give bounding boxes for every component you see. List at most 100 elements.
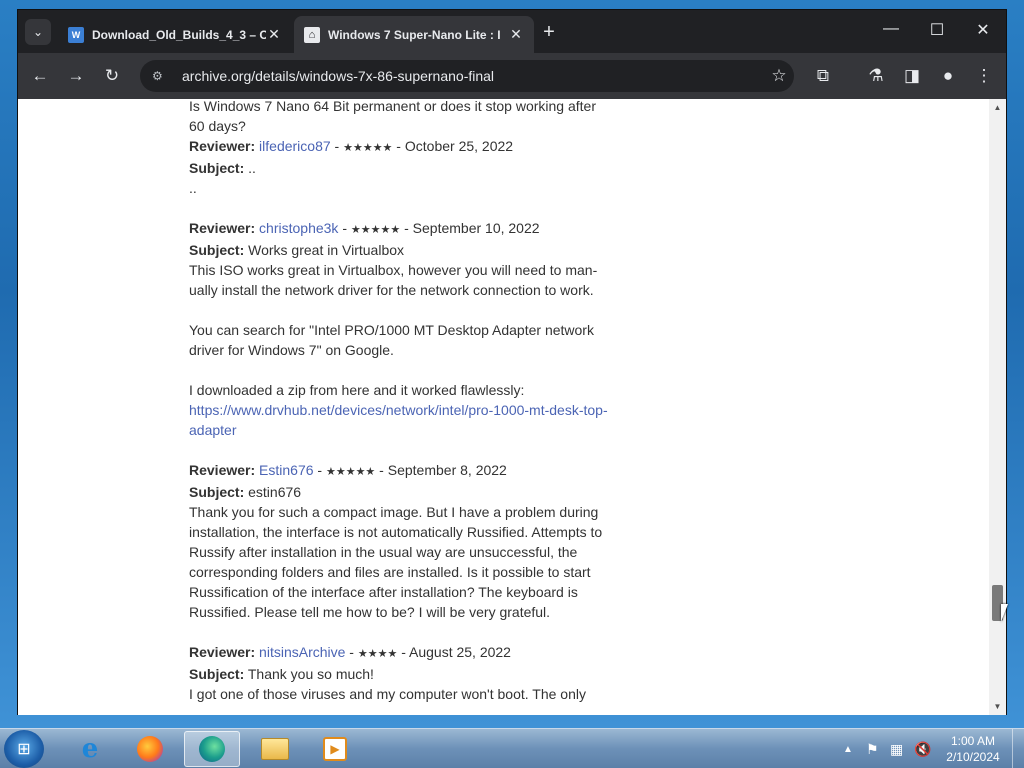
reviews-list: Is Windows 7 Nano 64 Bit permanent or do… bbox=[189, 99, 609, 715]
back-arrow-icon[interactable]: ← bbox=[28, 64, 52, 88]
tab-title: Download_Old_Builds_4_3 – O bbox=[92, 27, 266, 42]
web-app-icon: W bbox=[68, 26, 84, 43]
review-item: Reviewer: ilfederico87 - ★★★★★ - October… bbox=[189, 136, 609, 198]
scroll-down-arrow-icon[interactable]: ▼ bbox=[989, 698, 1006, 715]
review-subject: Subject: estin676 bbox=[189, 482, 609, 502]
rating-stars: ★★★★★ bbox=[325, 466, 376, 478]
review-date: August 25, 2022 bbox=[409, 644, 511, 660]
edge-icon bbox=[199, 736, 225, 762]
review-date: September 10, 2022 bbox=[412, 220, 540, 236]
taskbar-firefox[interactable] bbox=[122, 731, 178, 767]
subject-text: .. bbox=[248, 160, 256, 176]
show-hidden-icons-arrow-icon[interactable]: ▲ bbox=[843, 729, 853, 768]
mouse-cursor-icon bbox=[1001, 604, 1008, 622]
close-icon[interactable]: ✕ bbox=[508, 26, 524, 43]
review-item: Reviewer: Estin676 - ★★★★★ - September 8… bbox=[189, 460, 609, 622]
close-window-button[interactable]: ✕ bbox=[960, 20, 1006, 40]
review-subject: Subject: Works great in Virtualbox bbox=[189, 240, 609, 260]
network-icon[interactable]: ▦ bbox=[890, 729, 903, 768]
forward-arrow-icon[interactable]: → bbox=[64, 64, 88, 88]
tab-title: Windows 7 Super-Nano Lite : I bbox=[328, 27, 501, 42]
clock-time: 1:00 AM bbox=[950, 734, 996, 748]
side-panel-icon[interactable]: ◨ bbox=[900, 64, 924, 88]
review-body: I got one of those viruses and my comput… bbox=[189, 686, 586, 702]
tab-search-button[interactable]: ⌄ bbox=[25, 19, 51, 45]
review-header: Reviewer: Estin676 - ★★★★★ - September 8… bbox=[189, 462, 507, 478]
review-subject: Subject: Thank you so much! bbox=[189, 664, 609, 684]
review-header: Reviewer: christophe3k - ★★★★★ - Septemb… bbox=[189, 220, 540, 236]
tab-download-old-builds[interactable]: W Download_Old_Builds_4_3 – O ✕ bbox=[58, 16, 292, 53]
media-player-icon: ▶ bbox=[323, 737, 347, 761]
tab-windows7-supernano[interactable]: ⌂ Windows 7 Super-Nano Lite : I ✕ bbox=[294, 16, 534, 53]
review-date: September 8, 2022 bbox=[387, 462, 507, 478]
scroll-up-arrow-icon[interactable]: ▲ bbox=[989, 99, 1006, 116]
reviewer-label: Reviewer: bbox=[189, 220, 256, 236]
taskbar-media-player[interactable]: ▶ bbox=[307, 731, 363, 767]
taskbar: ⊞ e ▶ ▲ ⚑ ▦ 🔇 1:00 AM 2/10/2024 bbox=[0, 728, 1024, 768]
review-header: Reviewer: nitsinsArchive - ★★★★ - August… bbox=[189, 644, 511, 660]
internet-explorer-icon: e bbox=[81, 734, 99, 764]
taskbar-file-explorer[interactable] bbox=[247, 731, 303, 767]
firefox-icon bbox=[137, 736, 163, 762]
subject-label: Subject: bbox=[189, 242, 245, 258]
driver-download-link[interactable]: https://www.drvhub.net/devices/network/i… bbox=[189, 402, 608, 438]
subject-label: Subject: bbox=[189, 160, 245, 176]
subject-label: Subject: bbox=[189, 484, 245, 500]
reviewer-label: Reviewer: bbox=[189, 644, 256, 660]
clock-date: 2/10/2024 bbox=[946, 750, 1000, 764]
system-clock[interactable]: 1:00 AM 2/10/2024 bbox=[940, 733, 1006, 765]
start-button[interactable]: ⊞ bbox=[4, 730, 44, 768]
minimize-button[interactable]: — bbox=[868, 20, 914, 38]
address-bar[interactable]: ⚙ archive.org/details/windows-7x-86-supe… bbox=[140, 60, 794, 92]
profile-avatar-icon[interactable]: ● bbox=[936, 64, 960, 88]
reviewer-link[interactable]: nitsinsArchive bbox=[259, 644, 345, 660]
reviewer-link[interactable]: ilfederico87 bbox=[259, 138, 331, 154]
review-body: .. bbox=[189, 180, 197, 196]
new-tab-button[interactable]: + bbox=[538, 21, 560, 44]
browser-window: ⌄ W Download_Old_Builds_4_3 – O ✕ ⌂ Wind… bbox=[17, 9, 1007, 715]
folder-icon bbox=[261, 738, 289, 760]
extensions-puzzle-icon[interactable]: ⧉ bbox=[811, 64, 835, 88]
close-icon[interactable]: ✕ bbox=[266, 26, 282, 43]
subject-text: Thank you so much! bbox=[247, 666, 374, 682]
subject-text: estin676 bbox=[248, 484, 302, 500]
review-subject: Subject: .. bbox=[189, 158, 609, 178]
rating-stars: ★★★★★ bbox=[343, 142, 393, 154]
archive-institution-icon: ⌂ bbox=[304, 26, 320, 43]
maximize-button[interactable]: ☐ bbox=[914, 20, 960, 40]
review-body: Thank you for such a compact image. But … bbox=[189, 504, 603, 620]
browser-toolbar: ← → ↻ ⚙ archive.org/details/windows-7x-8… bbox=[18, 53, 1006, 99]
review-body: This ISO works great in Virtualbox, howe… bbox=[189, 262, 598, 298]
rating-stars: ★★★★ bbox=[357, 648, 398, 660]
review-header: Reviewer: ilfederico87 - ★★★★★ - October… bbox=[189, 138, 514, 154]
page-viewport: Is Windows 7 Nano 64 Bit permanent or do… bbox=[18, 99, 1006, 715]
url-text[interactable]: archive.org/details/windows-7x-86-supern… bbox=[182, 68, 764, 84]
labs-flask-icon[interactable]: ⚗ bbox=[864, 64, 888, 88]
reload-icon[interactable]: ↻ bbox=[100, 64, 124, 88]
tab-strip: ⌄ W Download_Old_Builds_4_3 – O ✕ ⌂ Wind… bbox=[18, 10, 1006, 53]
subject-text: Works great in Virtualbox bbox=[248, 242, 405, 258]
rating-stars: ★★★★★ bbox=[350, 224, 401, 236]
subject-label: Subject: bbox=[189, 666, 245, 682]
vertical-scrollbar[interactable]: ▲ ▼ bbox=[989, 99, 1006, 715]
reviewer-link[interactable]: christophe3k bbox=[259, 220, 338, 236]
site-info-icon[interactable]: ⚙ bbox=[152, 69, 168, 83]
review-body: I downloaded a zip from here and it work… bbox=[189, 382, 525, 398]
taskbar-internet-explorer[interactable]: e bbox=[62, 731, 118, 767]
volume-muted-icon[interactable]: 🔇 bbox=[914, 729, 931, 768]
review-item: Reviewer: nitsinsArchive - ★★★★ - August… bbox=[189, 642, 609, 704]
taskbar-edge[interactable] bbox=[184, 731, 240, 767]
reviewer-label: Reviewer: bbox=[189, 462, 256, 478]
reviewer-label: Reviewer: bbox=[189, 138, 256, 154]
reviewer-link[interactable]: Estin676 bbox=[259, 462, 313, 478]
intro-text: Is Windows 7 Nano 64 Bit permanent or do… bbox=[189, 99, 596, 134]
menu-kebab-icon[interactable]: ⋮ bbox=[972, 64, 996, 88]
show-desktop-button[interactable] bbox=[1012, 729, 1024, 768]
review-date: October 25, 2022 bbox=[404, 138, 514, 154]
review-item: Reviewer: christophe3k - ★★★★★ - Septemb… bbox=[189, 218, 609, 440]
bookmark-star-icon[interactable]: ☆ bbox=[764, 66, 794, 86]
review-body: You can search for "Intel PRO/1000 MT De… bbox=[189, 322, 594, 358]
action-center-flag-icon[interactable]: ⚑ bbox=[866, 729, 879, 768]
